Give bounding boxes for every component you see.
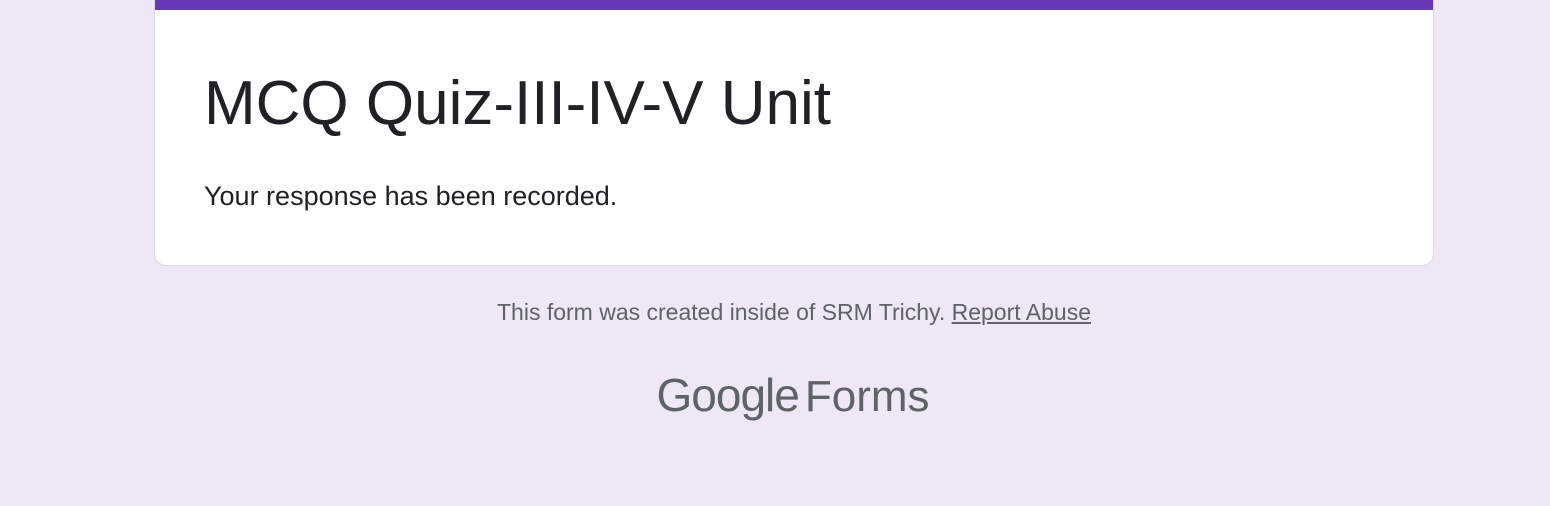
footer-note: This form was created inside of SRM Tric… — [0, 296, 1550, 328]
form-title: MCQ Quiz-III-IV-V Unit — [204, 69, 831, 138]
confirmation-message: Your response has been recorded. — [204, 181, 618, 211]
google-wordmark: Google — [656, 369, 800, 421]
forms-wordmark: Forms — [804, 372, 930, 421]
google-forms-logo[interactable]: Google Forms — [0, 366, 1550, 426]
form-card: MCQ Quiz-III-IV-V Unit Your response has… — [154, 0, 1434, 266]
card-accent-bar — [155, 0, 1433, 10]
created-inside-text: This form was created inside of SRM Tric… — [497, 299, 946, 325]
report-abuse-link[interactable]: Report Abuse — [952, 299, 1091, 325]
